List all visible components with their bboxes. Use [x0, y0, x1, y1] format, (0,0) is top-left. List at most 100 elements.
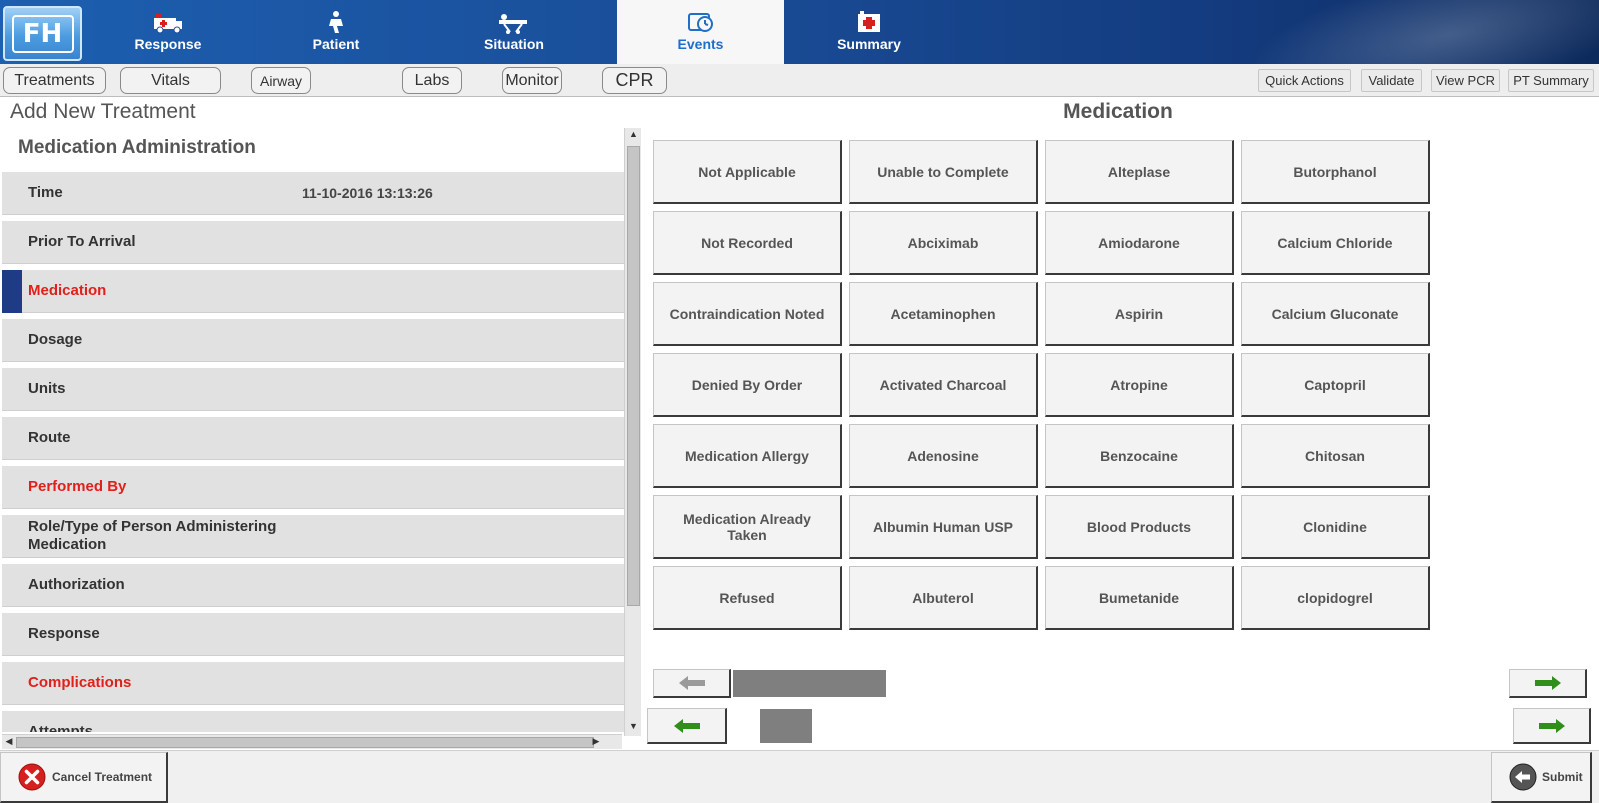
validate-button[interactable]: Validate — [1361, 69, 1422, 92]
medication-option-button[interactable]: Acetaminophen — [849, 282, 1038, 346]
form-field-row[interactable]: Time 11-10-2016 13:13:26 — [2, 172, 624, 215]
nav-tab-events[interactable]: Events — [617, 0, 784, 64]
medication-option-button[interactable]: Aspirin — [1045, 282, 1234, 346]
medication-option-button[interactable]: Not Recorded — [653, 211, 842, 275]
medication-option-button[interactable]: Clonidine — [1241, 495, 1430, 559]
tab-vitals[interactable]: Vitals — [120, 67, 221, 94]
form-field-row[interactable]: Performed By — [2, 466, 624, 509]
medication-option-button[interactable]: Medication Allergy — [653, 424, 842, 488]
tab-cpr[interactable]: CPR — [602, 67, 667, 94]
horizontal-scrollbar[interactable]: ◀ ▶ — [2, 734, 622, 749]
pt-summary-button[interactable]: PT Summary — [1508, 69, 1594, 92]
next-item-button[interactable] — [1513, 708, 1591, 744]
medication-option-button[interactable]: Adenosine — [849, 424, 1038, 488]
patient-icon — [329, 11, 343, 33]
medication-option-button[interactable]: Albuterol — [849, 566, 1038, 630]
medication-option-button[interactable]: Blood Products — [1045, 495, 1234, 559]
form-field-label: Medication — [28, 282, 107, 299]
page-scroll-thumb[interactable] — [733, 670, 886, 697]
tab-airway[interactable]: Airway — [251, 67, 311, 94]
medication-option-button[interactable]: Albumin Human USP — [849, 495, 1038, 559]
stretcher-icon — [499, 14, 527, 34]
tab-labs[interactable]: Labs — [402, 67, 462, 94]
page-scroller-2[interactable] — [647, 708, 1591, 744]
medication-option-button[interactable]: Refused — [653, 566, 842, 630]
form-field-row[interactable]: Units — [2, 368, 624, 411]
medication-option-button[interactable]: Chitosan — [1241, 424, 1430, 488]
medication-option-button[interactable]: Alteplase — [1045, 140, 1234, 204]
form-field-row[interactable]: Response — [2, 613, 624, 656]
view-pcr-button[interactable]: View PCR — [1431, 69, 1500, 92]
scroll-right-icon[interactable]: ▶ — [590, 736, 602, 749]
form-field-row[interactable]: Role/Type of Person Administering Medica… — [2, 515, 624, 558]
scroll-left-icon[interactable]: ◀ — [3, 736, 15, 749]
ambulance-icon — [154, 14, 182, 34]
previous-page-button[interactable] — [653, 669, 731, 698]
form-field-row[interactable]: Authorization — [2, 564, 624, 607]
scroll-down-icon[interactable]: ▼ — [627, 721, 640, 735]
form-field-row[interactable]: Medication — [2, 270, 624, 313]
medication-option-button[interactable]: Butorphanol — [1241, 140, 1430, 204]
scroll-thumb[interactable] — [16, 737, 594, 748]
nav-tab-situation[interactable]: Situation — [458, 0, 570, 64]
sub-navigation: Treatments Vitals Airway Labs Monitor CP… — [0, 64, 1599, 97]
medication-option-button[interactable]: Captopril — [1241, 353, 1430, 417]
medication-option-button[interactable]: Atropine — [1045, 353, 1234, 417]
medication-option-button[interactable]: clopidogrel — [1241, 566, 1430, 630]
arrow-left-icon — [678, 676, 705, 690]
vertical-scrollbar[interactable]: ▲ ▼ — [624, 128, 641, 736]
form-field-label: Prior To Arrival — [28, 233, 136, 250]
medication-option-button[interactable]: Abciximab — [849, 211, 1038, 275]
form-field-row[interactable]: Dosage — [2, 319, 624, 362]
arrow-right-icon — [1534, 676, 1561, 690]
arrow-back-icon — [1509, 763, 1537, 791]
nav-tab-response[interactable]: Response — [112, 0, 224, 64]
tab-monitor[interactable]: Monitor — [502, 67, 562, 94]
medication-option-button[interactable]: Denied By Order — [653, 353, 842, 417]
medication-option-button[interactable]: Medication Already Taken — [653, 495, 842, 559]
arrow-right-icon — [1538, 718, 1565, 733]
medication-option-button[interactable]: Amiodarone — [1045, 211, 1234, 275]
arrow-left-icon — [673, 718, 700, 733]
scroll-thumb[interactable] — [627, 146, 640, 606]
quick-actions-button[interactable]: Quick Actions — [1258, 69, 1351, 92]
medication-option-button[interactable]: Calcium Gluconate — [1241, 282, 1430, 346]
form-field-label: Authorization — [28, 576, 125, 593]
form-field-row[interactable]: Attempts — [2, 711, 624, 732]
tab-treatments[interactable]: Treatments — [3, 67, 106, 94]
item-scroll-thumb[interactable] — [760, 709, 812, 743]
form-field-label: Complications — [28, 674, 132, 691]
submit-button[interactable]: Submit — [1491, 752, 1592, 803]
nav-tab-patient[interactable]: Patient — [280, 0, 392, 64]
medication-option-button[interactable]: Contraindication Noted — [653, 282, 842, 346]
form-field-value: 11-10-2016 13:13:26 — [302, 185, 433, 201]
page-scroller-1[interactable] — [653, 669, 1587, 698]
top-navigation: FH Response Patient Situation Events Sum… — [0, 0, 1599, 64]
medication-option-button[interactable]: Calcium Chloride — [1241, 211, 1430, 275]
form-field-label: Time — [28, 184, 63, 201]
form-field-row[interactable]: Route — [2, 417, 624, 460]
form-field-row[interactable]: Prior To Arrival — [2, 221, 624, 264]
medication-option-button[interactable]: Bumetanide — [1045, 566, 1234, 630]
form-field-label: Attempts — [28, 723, 94, 732]
form-field-label: Route — [28, 429, 71, 446]
selected-row-marker — [2, 270, 22, 313]
footer-bar: Cancel Treatment Submit — [0, 750, 1599, 803]
previous-item-button[interactable] — [647, 708, 727, 744]
form-field-label: Role/Type of Person Administering Medica… — [28, 518, 277, 553]
treatment-form-panel: Medication Administration Time 11-10-2016… — [2, 130, 624, 732]
form-field-row[interactable]: Complications — [2, 662, 624, 705]
medication-option-button[interactable]: Unable to Complete — [849, 140, 1038, 204]
form-field-label: Performed By — [28, 478, 127, 495]
section-heading: Medication Administration — [18, 137, 256, 158]
scroll-up-icon[interactable]: ▲ — [627, 129, 640, 143]
hospital-icon — [858, 11, 880, 32]
medication-option-button[interactable]: Benzocaine — [1045, 424, 1234, 488]
cancel-icon — [18, 763, 46, 791]
medication-option-button[interactable]: Activated Charcoal — [849, 353, 1038, 417]
clock-event-icon — [687, 13, 713, 32]
cancel-treatment-button[interactable]: Cancel Treatment — [0, 752, 168, 803]
nav-tab-summary[interactable]: Summary — [813, 0, 925, 64]
medication-option-button[interactable]: Not Applicable — [653, 140, 842, 204]
next-page-button[interactable] — [1509, 669, 1587, 698]
